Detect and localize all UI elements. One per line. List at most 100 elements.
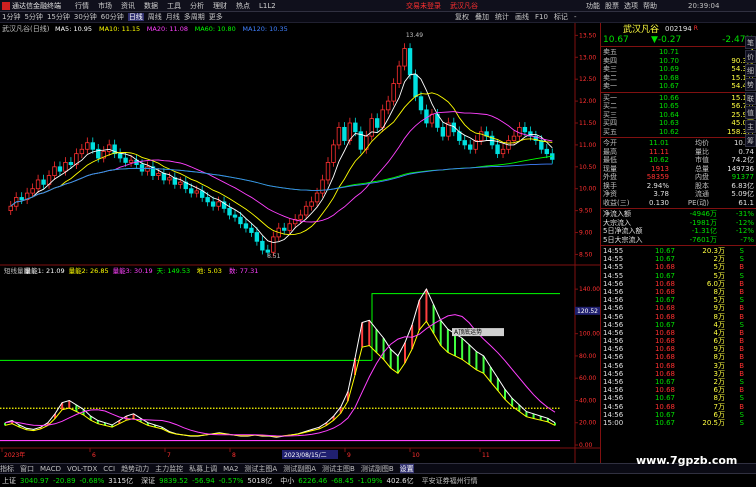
secondary-tab-5[interactable]: 百战资讯 <box>135 474 159 475</box>
ind-legend-4: 天: 149.53 <box>157 267 191 275</box>
indicator-tab-4[interactable]: CCI <box>103 465 115 473</box>
tool-button-4[interactable]: F10 <box>535 13 548 21</box>
indicator-tab-3[interactable]: VOL-TDX <box>67 465 97 473</box>
secondary-tab-3[interactable]: 综合资讯 <box>77 474 101 475</box>
ind-legend-5: 地: 5.03 <box>197 266 222 275</box>
side-tab-3[interactable]: 势 <box>745 78 756 91</box>
menu-item-7[interactable]: 热点 <box>236 2 250 10</box>
menu-item-8[interactable]: L1L2 <box>259 2 276 10</box>
menu-item-6[interactable]: 理财 <box>213 2 227 10</box>
level-row[interactable]: 买一 10.66 15.1万 <box>601 94 756 103</box>
secondary-tab-2[interactable]: 资金分布 <box>48 474 72 475</box>
secondary-tab-4[interactable]: 行业资讯 <box>106 474 130 475</box>
period-tab-4[interactable]: 60分钟 <box>101 13 124 21</box>
notice-text[interactable]: 交易未登录 <box>406 1 441 11</box>
indicator-tab-8[interactable]: MA2 <box>223 465 238 473</box>
tool-button-5[interactable]: 标记 <box>554 13 568 21</box>
side-tab-6[interactable]: 主 <box>745 120 756 133</box>
sh-value: 3040.97 <box>20 476 49 485</box>
secondary-tab-1[interactable]: 关联报价 <box>19 474 43 475</box>
indicator-tab-9[interactable]: 测试主图A <box>244 464 277 473</box>
level-row[interactable]: 卖二 10.68 15.1万 <box>601 74 756 83</box>
right-menu-item-0[interactable]: 功能 <box>586 2 600 10</box>
level-row[interactable]: 卖四 10.70 90.3万 <box>601 57 756 66</box>
tick-row: 14:56 10.68 7万 B <box>601 403 756 411</box>
level-row[interactable]: 买二 10.65 56.7万 <box>601 102 756 111</box>
tool-button-2[interactable]: 统计 <box>495 13 509 21</box>
menu-item-2[interactable]: 资讯 <box>121 2 135 10</box>
indicator-tab-7[interactable]: 私募上调 <box>189 464 217 473</box>
indicator-tab-0[interactable]: 指标 <box>0 464 14 473</box>
indicator-tab-6[interactable]: 主力监控 <box>155 464 183 473</box>
right-menu: 功能 股票 选项 帮助 <box>586 1 662 11</box>
menu-item-0[interactable]: 行情 <box>75 2 89 10</box>
menu-item-1[interactable]: 市场 <box>98 2 112 10</box>
stat-row: 收益(三) 0.130 PE(动) 61.1 <box>601 199 756 208</box>
right-menu-item-3[interactable]: 帮助 <box>643 2 657 10</box>
period-tab-3[interactable]: 30分钟 <box>74 13 97 21</box>
level-price: 10.71 <box>658 48 679 56</box>
side-tab-2[interactable]: 细 <box>745 64 756 77</box>
chart-area[interactable]: 武汉凡谷(日线) MA5: 10.95 MA10: 11.15 MA20: 11.08… <box>0 23 600 463</box>
tick-volume: 8万 <box>713 394 725 403</box>
stat-value: 3.78 <box>653 190 669 198</box>
tool-button-1[interactable]: 叠加 <box>475 13 489 21</box>
menu-item-4[interactable]: 工具 <box>167 2 181 10</box>
indicator-tab-2[interactable]: MACD <box>40 465 61 473</box>
indicator-tab-1[interactable]: 窗口 <box>20 464 34 473</box>
level-row[interactable]: 卖五 10.714 <box>601 48 756 57</box>
sh-change: -20.89 <box>52 476 76 485</box>
side-tab-7[interactable]: 筹 <box>745 134 756 147</box>
level-price: 10.62 <box>658 127 679 136</box>
level-volume: 54.4万 <box>731 82 754 90</box>
candle-body <box>79 148 85 155</box>
indicator-tab-10[interactable]: 测试副图A <box>283 464 316 473</box>
secondary-tab-6[interactable]: 普及版本配说明 <box>164 474 206 475</box>
menu-item-5[interactable]: 分析 <box>190 2 204 10</box>
candle-body <box>314 192 320 203</box>
level-row[interactable]: 卖三 10.69 54.3万 <box>601 65 756 74</box>
candle-body <box>68 162 74 166</box>
tick-row: 14:55 10.67 20.3万 S <box>601 247 756 255</box>
candle-body <box>85 142 90 150</box>
period-tab-5[interactable]: 日线 <box>127 13 144 21</box>
level-row[interactable]: 买四 10.63 45.0万 <box>601 119 756 128</box>
side-tab-5[interactable]: 值 <box>745 106 756 119</box>
tick-price: 10.67 <box>654 378 675 386</box>
right-menu-item-2[interactable]: 选项 <box>624 2 638 10</box>
indicator-tab-5[interactable]: 趋势动力 <box>121 464 149 473</box>
stat-value: 91377 <box>731 173 754 181</box>
period-tab-8[interactable]: 多周期 <box>184 13 205 21</box>
level-row[interactable]: 买三 10.64 25.9万 <box>601 111 756 120</box>
side-tab-4[interactable]: 联 <box>745 92 756 105</box>
stat-label: 净资 <box>603 190 617 198</box>
period-tab-9[interactable]: 更多 <box>209 13 223 21</box>
tool-button-0[interactable]: 复权 <box>455 13 469 21</box>
level-price: 10.67 <box>658 82 679 90</box>
period-tab-7[interactable]: 月线 <box>166 13 180 21</box>
side-tab-0[interactable]: 笔 <box>745 36 756 49</box>
tick-time: 14:55 <box>603 263 624 272</box>
secondary-tab-0[interactable]: 扩展 <box>2 474 14 475</box>
tool-button-3[interactable]: 画线 <box>515 13 529 21</box>
stat-row: 最低 10.62 市值 74.2亿 <box>601 156 756 165</box>
flow-pct: -7% <box>740 235 754 244</box>
ma-legend-2: MA20: 11.08 <box>147 25 188 33</box>
right-menu-item-1[interactable]: 股票 <box>605 2 619 10</box>
tick-volume: 6万 <box>713 386 725 395</box>
flow-value: -7601万 <box>689 235 717 244</box>
quote-price-row: 10.67 ▼-0.27 -2.47% <box>601 34 756 45</box>
side-tab-1[interactable]: 价 <box>745 50 756 63</box>
period-tab-0[interactable]: 1分钟 <box>2 13 20 21</box>
period-tab-6[interactable]: 周线 <box>148 13 162 21</box>
level-row[interactable]: 买五 10.62 158.3万 <box>601 128 756 137</box>
indicator-tab-13[interactable]: 设置 <box>399 464 414 473</box>
menu-item-3[interactable]: 数据 <box>144 2 158 10</box>
period-tab-2[interactable]: 15分钟 <box>47 13 70 21</box>
level-row[interactable]: 卖一 10.67 54.4万 <box>601 82 756 91</box>
stats-list: 今开 11.01 均价 10.76 最高 11.11 量比 0.74 最低 10.62 市值 74.2… <box>601 139 756 207</box>
period-tab-1[interactable]: 5分钟 <box>24 13 42 21</box>
tool-button-6[interactable]: - <box>574 13 577 21</box>
indicator-tab-11[interactable]: 测试主图B <box>322 464 355 473</box>
indicator-tab-12[interactable]: 测试副图B <box>361 464 394 473</box>
